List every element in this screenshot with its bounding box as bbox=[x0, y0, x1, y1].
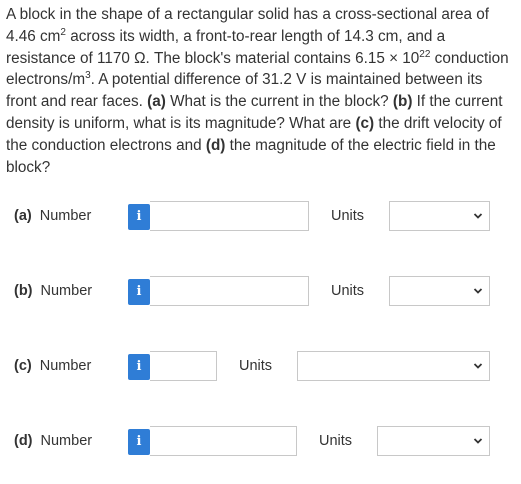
chevron-down-icon bbox=[473, 288, 483, 294]
answer-row-b: (b) Number i Units bbox=[0, 276, 521, 308]
units-label: Units bbox=[331, 283, 365, 299]
units-label: Units bbox=[239, 358, 273, 374]
answer-row-d: (d) Number i Units bbox=[0, 426, 521, 458]
info-icon[interactable]: i bbox=[128, 354, 150, 380]
chevron-down-icon bbox=[473, 363, 483, 369]
info-icon[interactable]: i bbox=[128, 429, 150, 455]
answer-row-a: (a) Number i Units bbox=[0, 201, 521, 233]
part-label: (c) Number bbox=[14, 358, 92, 374]
info-icon[interactable]: i bbox=[128, 204, 150, 230]
part-label: (b) Number bbox=[14, 283, 93, 299]
units-select[interactable] bbox=[297, 351, 490, 381]
number-input[interactable] bbox=[150, 351, 217, 381]
info-icon[interactable]: i bbox=[128, 279, 150, 305]
number-input[interactable] bbox=[150, 201, 309, 231]
answer-row-c: (c) Number i Units bbox=[0, 351, 521, 383]
units-label: Units bbox=[319, 433, 353, 449]
units-select[interactable] bbox=[389, 276, 490, 306]
chevron-down-icon bbox=[473, 213, 483, 219]
part-label: (d) Number bbox=[14, 433, 93, 449]
number-input[interactable] bbox=[150, 276, 309, 306]
chevron-down-icon bbox=[473, 438, 483, 444]
number-input[interactable] bbox=[150, 426, 297, 456]
units-label: Units bbox=[331, 208, 365, 224]
units-select[interactable] bbox=[377, 426, 490, 456]
question-text: A block in the shape of a rectangular so… bbox=[6, 6, 509, 176]
part-label: (a) Number bbox=[14, 208, 92, 224]
units-select[interactable] bbox=[389, 201, 490, 231]
